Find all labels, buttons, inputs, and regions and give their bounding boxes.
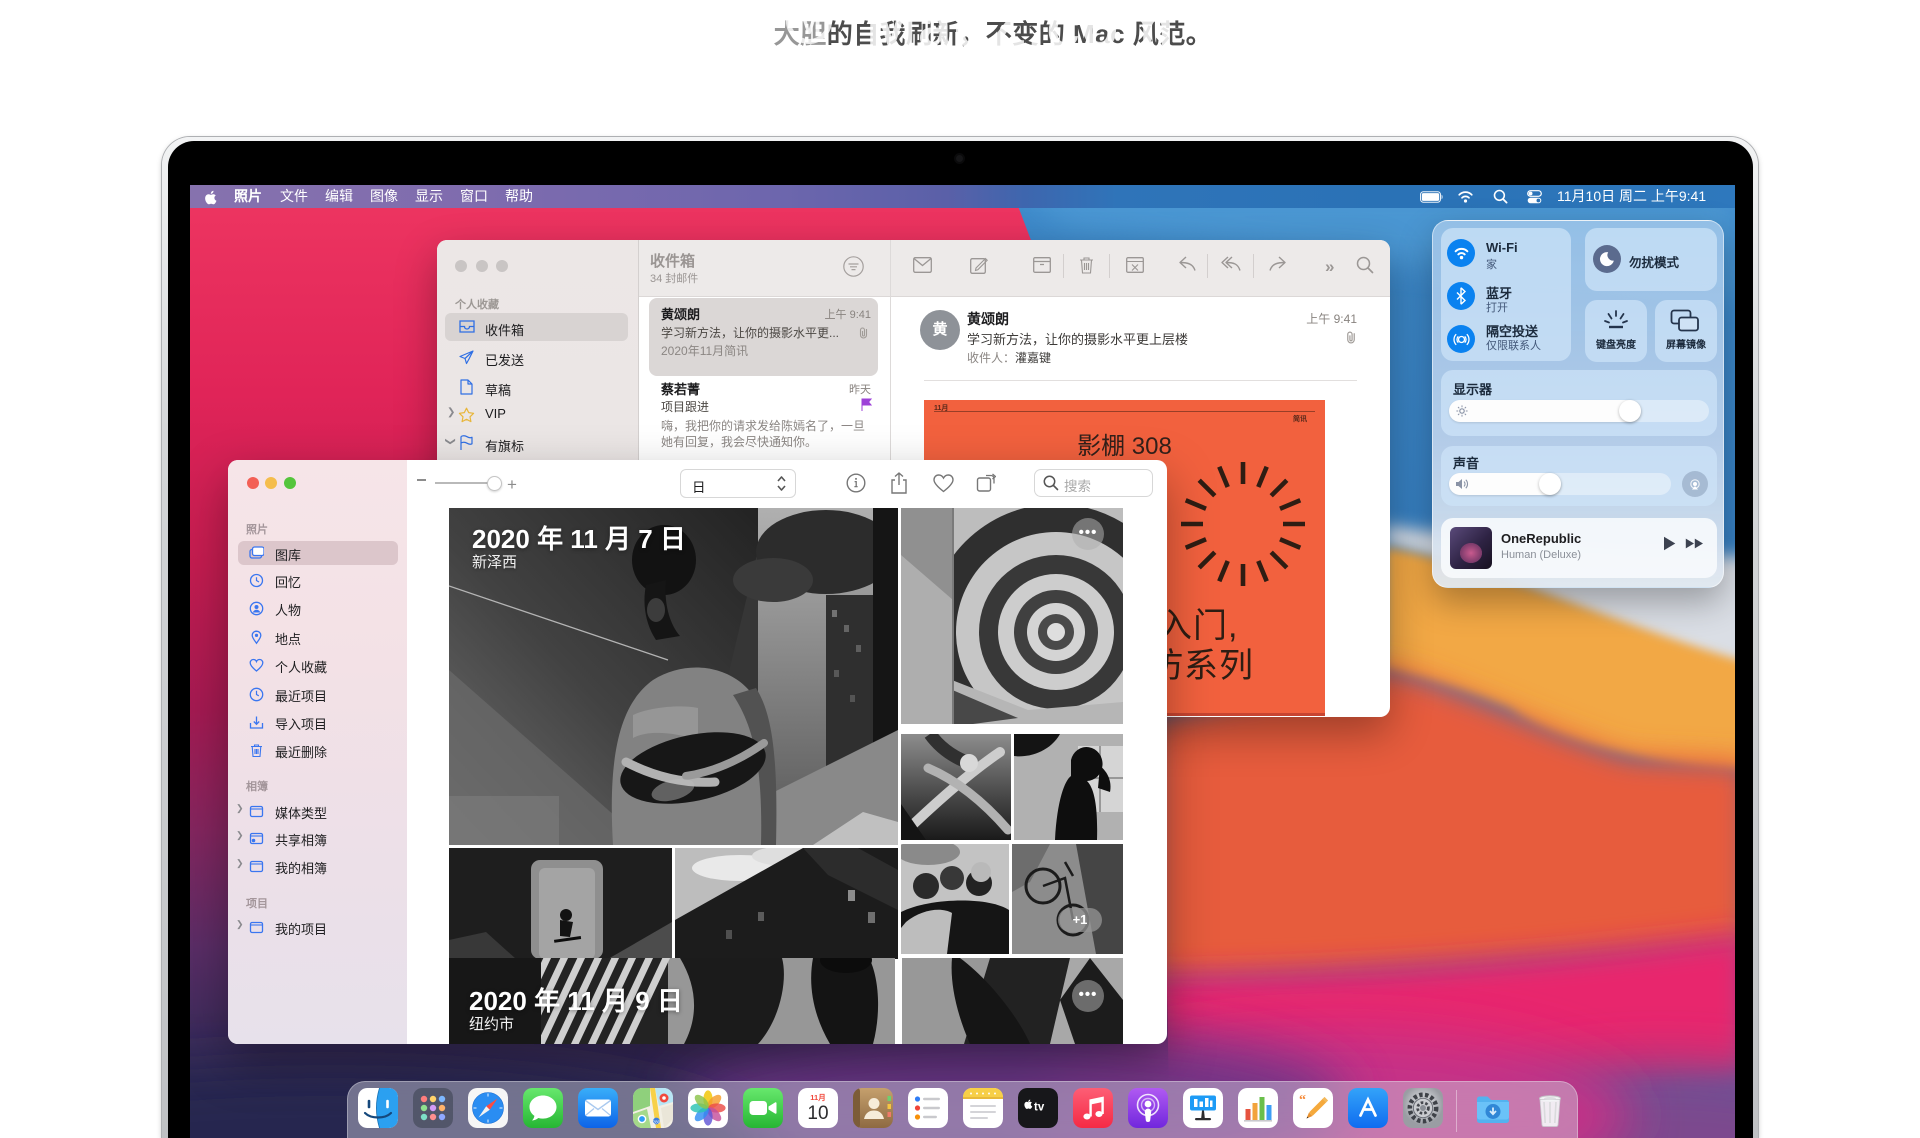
svg-text:280: 280: [653, 1120, 661, 1125]
svg-text:tv: tv: [1034, 1102, 1045, 1114]
svg-text:11月: 11月: [810, 1093, 825, 1102]
svg-text:10: 10: [807, 1103, 828, 1124]
svg-text:“: “: [1299, 1093, 1306, 1108]
